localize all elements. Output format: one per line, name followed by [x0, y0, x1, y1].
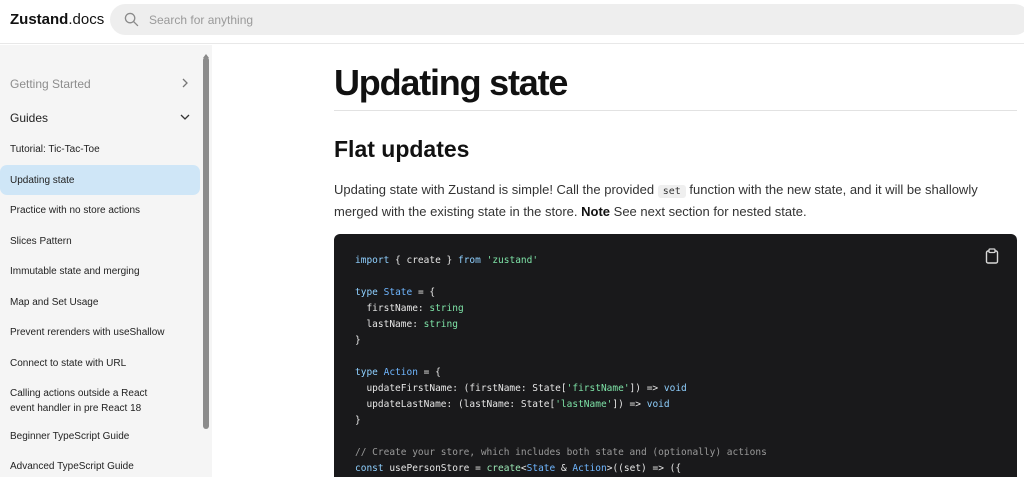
code-token: 'firstName'	[566, 383, 630, 394]
code-token: Action	[572, 463, 607, 474]
scroll-up-arrow-icon[interactable]	[202, 46, 210, 58]
sidebar-item-connect-url[interactable]: Connect to state with URL	[0, 356, 200, 371]
title-divider	[334, 110, 1017, 111]
code-line: type State = {	[355, 285, 767, 301]
code-token: }	[355, 335, 361, 346]
sidebar-item-advanced-typescript[interactable]: Advanced TypeScript Guide	[0, 459, 200, 474]
sidebar-section-guides[interactable]: Guides	[0, 106, 200, 130]
code-token: 'lastName'	[555, 399, 613, 410]
code-token: firstName:	[355, 303, 430, 314]
code-token: type	[355, 287, 378, 298]
code-token: ]) =>	[629, 383, 664, 394]
code-line: firstName: string	[355, 301, 767, 317]
code-token: updateFirstName: (firstName: State[	[355, 383, 567, 394]
sidebar-item-slices-pattern[interactable]: Slices Pattern	[0, 234, 200, 249]
code-token: void	[646, 399, 670, 410]
code-token: 'zustand'	[486, 255, 539, 266]
code-token: import	[355, 255, 390, 266]
section-heading-flat-updates: Flat updates	[334, 136, 470, 162]
paragraph-text: Updating state with Zustand is simple! C…	[334, 182, 658, 197]
code-block: import { create } from 'zustand' type St…	[334, 234, 1017, 477]
code-line: }	[355, 333, 767, 349]
sidebar-item-practice-no-store-actions[interactable]: Practice with no store actions	[0, 203, 200, 218]
code-token: usePersonStore =	[383, 463, 487, 474]
code-token: State	[526, 463, 556, 474]
sidebar-item-prevent-rerenders[interactable]: Prevent rerenders with useShallow	[0, 325, 200, 340]
code-token: void	[663, 383, 687, 394]
logo-suffix: .docs	[68, 11, 105, 28]
code-token: = {	[412, 287, 436, 298]
page-title: Updating state	[334, 62, 568, 103]
clipboard-icon	[985, 247, 999, 269]
code-token: = {	[417, 367, 441, 378]
code-token: string	[423, 319, 458, 330]
inline-code-set: set	[657, 185, 686, 198]
code-content: import { create } from 'zustand' type St…	[355, 253, 767, 477]
code-line: type Action = {	[355, 365, 767, 381]
intro-paragraph: Updating state with Zustand is simple! C…	[334, 180, 1004, 222]
logo-brand: Zustand	[10, 11, 69, 28]
sidebar-item-calling-actions-outside[interactable]: Calling actions outside a React event ha…	[0, 386, 170, 416]
code-line: const usePersonStore = create<State & Ac…	[355, 461, 767, 477]
chevron-down-icon	[180, 109, 190, 127]
code-token: // Create your store, which includes bot…	[355, 447, 767, 458]
code-token: create	[486, 463, 521, 474]
chevron-right-icon	[180, 75, 190, 93]
code-token: const	[355, 463, 384, 474]
code-token: ]) =>	[612, 399, 647, 410]
code-token: updateLastName: (lastName: State[	[355, 399, 556, 410]
code-token: &	[555, 463, 573, 474]
code-token: { create }	[389, 255, 458, 266]
sidebar-scrollbar-thumb[interactable]	[203, 57, 209, 429]
code-token: lastName:	[355, 319, 424, 330]
sidebar-section-label: Guides	[10, 111, 49, 125]
search-input[interactable]	[149, 12, 849, 27]
top-header: Zustand.docs	[0, 0, 1024, 44]
code-token: type	[355, 367, 378, 378]
code-line: }	[355, 413, 767, 429]
code-token: >((set) => ({	[606, 463, 682, 474]
code-line: import { create } from 'zustand'	[355, 253, 767, 269]
code-token: Action	[383, 367, 418, 378]
code-line: // Create your store, which includes bot…	[355, 445, 767, 461]
code-token: string	[429, 303, 464, 314]
paragraph-text: See next section for nested state.	[610, 204, 807, 219]
code-token: State	[383, 287, 413, 298]
code-line: updateFirstName: (firstName: State['firs…	[355, 381, 767, 397]
sidebar-item-map-and-set[interactable]: Map and Set Usage	[0, 295, 200, 310]
sidebar-item-beginner-typescript[interactable]: Beginner TypeScript Guide	[0, 429, 200, 444]
code-token: }	[355, 415, 361, 426]
site-logo[interactable]: Zustand.docs	[10, 11, 104, 28]
note-label: Note	[581, 204, 611, 219]
sidebar-section-getting-started[interactable]: Getting Started	[0, 72, 200, 96]
sidebar-section-label: Getting Started	[10, 77, 91, 91]
search-bar[interactable]	[110, 4, 1024, 35]
sidebar-item-updating-state[interactable]: Updating state	[0, 165, 200, 195]
search-icon	[123, 12, 139, 28]
copy-code-button[interactable]	[982, 247, 1002, 269]
code-token: from	[457, 255, 481, 266]
sidebar-item-tutorial-tic-tac-toe[interactable]: Tutorial: Tic-Tac-Toe	[0, 142, 200, 157]
code-line: lastName: string	[355, 317, 767, 333]
sidebar-item-immutable-state[interactable]: Immutable state and merging	[0, 264, 200, 279]
code-line: updateLastName: (lastName: State['lastNa…	[355, 397, 767, 413]
